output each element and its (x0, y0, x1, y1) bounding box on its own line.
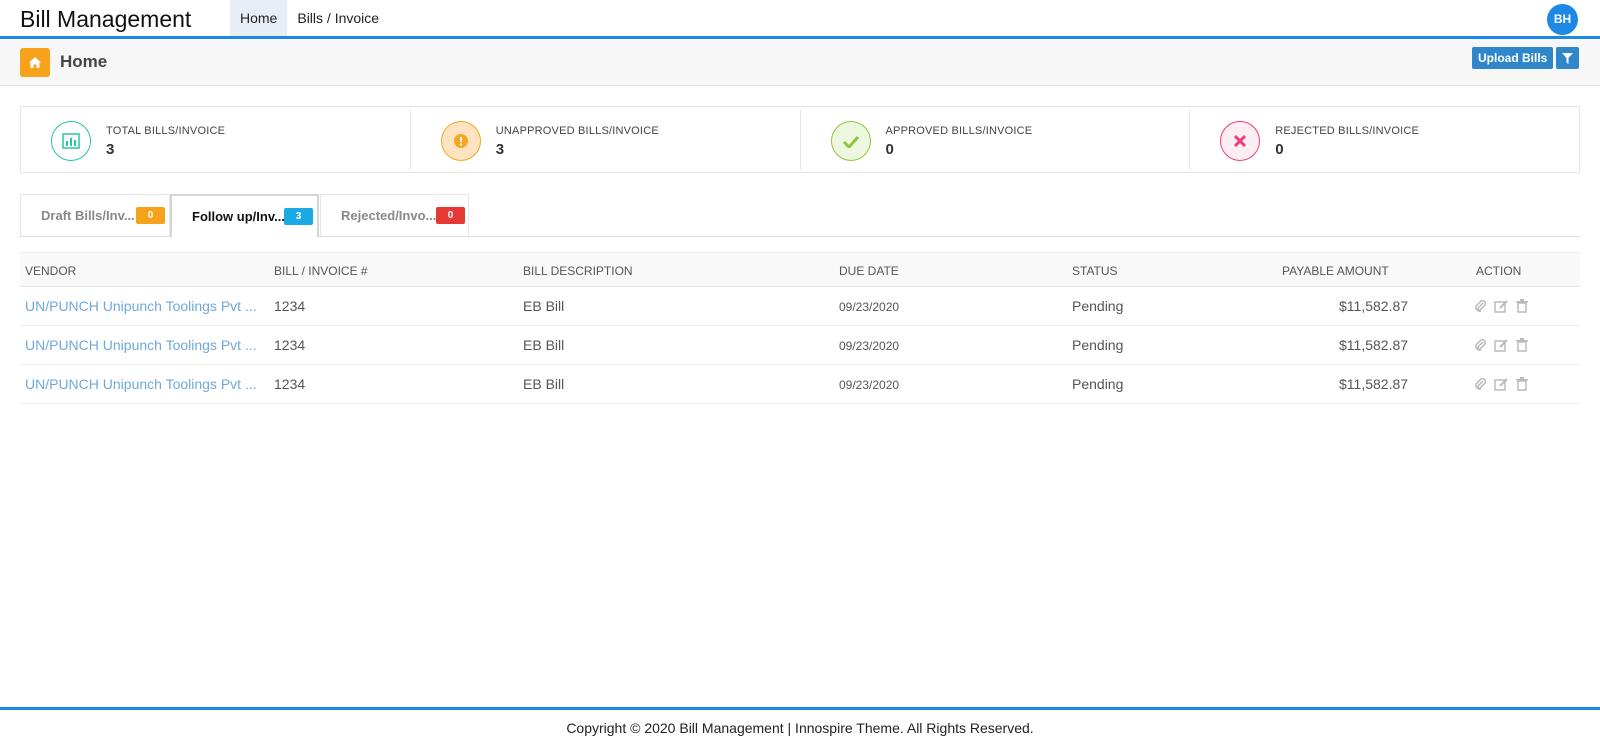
count-badge: 0 (436, 207, 465, 224)
due-date: 09/23/2020 (839, 300, 900, 314)
stats-panel: TOTAL BILLS/INVOICE 3 UNAPPROVED BILLS/I… (20, 106, 1580, 173)
column-header-status[interactable]: STATUS (1072, 264, 1118, 278)
invoice-number: 1234 (274, 376, 306, 392)
stat-value: 0 (1275, 141, 1284, 158)
column-header-description[interactable]: BILL DESCRIPTION (523, 264, 633, 278)
stat-label: UNAPPROVED BILLS/INVOICE (495, 125, 659, 137)
table-row: UN/PUNCH Unipunch Toolings Pvt ... 1234 … (20, 326, 1580, 365)
footer: Copyright © 2020 Bill Management | Innos… (0, 707, 1600, 745)
tab-rejected[interactable]: Rejected/Invo... 0 (320, 194, 469, 236)
bills-table: VENDOR BILL / INVOICE # BILL DESCRIPTION… (20, 252, 1580, 404)
row-actions (1472, 337, 1530, 353)
stat-rejected: REJECTED BILLS/INVOICE 0 (1190, 109, 1579, 170)
close-icon (1220, 121, 1261, 161)
tab-follow-up[interactable]: Follow up/Inv... 3 (170, 194, 319, 237)
vendor-link[interactable]: UN/PUNCH Unipunch Toolings Pvt ... (25, 298, 257, 314)
invoice-number: 1234 (274, 298, 306, 314)
column-header-action: ACTION (1476, 264, 1522, 278)
column-header-vendor[interactable]: VENDOR (25, 264, 76, 278)
trash-icon[interactable] (1514, 337, 1530, 353)
column-header-due-date[interactable]: DUE DATE (839, 264, 899, 278)
count-badge: 0 (136, 207, 165, 224)
tab-label: Rejected/Invo... (341, 208, 437, 223)
main-nav: Home Bills / Invoice (230, 0, 389, 36)
row-actions (1472, 298, 1530, 314)
column-header-invoice[interactable]: BILL / INVOICE # (274, 264, 368, 278)
status: Pending (1072, 298, 1124, 314)
stat-value: 3 (495, 141, 505, 158)
table-header: VENDOR BILL / INVOICE # BILL DESCRIPTION… (20, 252, 1580, 287)
vendor-link[interactable]: UN/PUNCH Unipunch Toolings Pvt ... (25, 337, 257, 353)
edit-icon[interactable] (1493, 337, 1509, 353)
exclamation-icon (440, 121, 481, 161)
stat-value: 0 (885, 141, 894, 158)
bar-chart-icon (51, 121, 91, 161)
stat-label: APPROVED BILLS/INVOICE (885, 125, 1033, 137)
payable-amount: $11,582.87 (1339, 337, 1409, 353)
table-row: UN/PUNCH Unipunch Toolings Pvt ... 1234 … (20, 365, 1580, 404)
nav-item-bills-invoice[interactable]: Bills / Invoice (287, 0, 389, 36)
tab-draft[interactable]: Draft Bills/Inv... 0 (20, 194, 170, 236)
column-header-amount[interactable]: PAYABLE AMOUNT (1282, 264, 1389, 278)
nav-item-home[interactable]: Home (230, 0, 288, 36)
edit-icon[interactable] (1493, 376, 1509, 392)
stat-label: REJECTED BILLS/INVOICE (1275, 125, 1420, 137)
bill-description: EB Bill (523, 376, 565, 392)
status: Pending (1072, 376, 1124, 392)
trash-icon[interactable] (1514, 298, 1530, 314)
paperclip-icon[interactable] (1472, 337, 1488, 353)
bill-description: EB Bill (523, 337, 565, 353)
due-date: 09/23/2020 (839, 339, 900, 353)
row-actions (1472, 376, 1530, 392)
page-header: Home Upload Bills (0, 39, 1600, 86)
check-icon (830, 121, 871, 161)
stat-value: 3 (106, 141, 115, 158)
tab-label: Follow up/Inv... (192, 209, 285, 224)
invoice-number: 1234 (274, 337, 306, 353)
stat-label: TOTAL BILLS/INVOICE (106, 125, 226, 137)
user-avatar[interactable]: BH (1547, 4, 1578, 35)
bill-tabs: Draft Bills/Inv... 0 Follow up/Inv... 3 … (20, 194, 1580, 237)
copyright-text: Copyright © 2020 Bill Management | Innos… (566, 720, 1034, 736)
status: Pending (1072, 337, 1124, 353)
paperclip-icon[interactable] (1472, 376, 1488, 392)
stat-unapproved: UNAPPROVED BILLS/INVOICE 3 (411, 109, 801, 170)
paperclip-icon[interactable] (1472, 298, 1488, 314)
page-title: Home (60, 52, 108, 71)
payable-amount: $11,582.87 (1339, 298, 1409, 314)
stat-approved: APPROVED BILLS/INVOICE 0 (801, 109, 1191, 170)
stat-total: TOTAL BILLS/INVOICE 3 (21, 109, 411, 170)
trash-icon[interactable] (1514, 376, 1530, 392)
due-date: 09/23/2020 (839, 378, 900, 392)
filter-button[interactable] (1556, 47, 1579, 69)
tab-label: Draft Bills/Inv... (41, 208, 135, 223)
app-title: Bill Management (20, 6, 192, 32)
table-row: UN/PUNCH Unipunch Toolings Pvt ... 1234 … (20, 287, 1580, 326)
bill-description: EB Bill (523, 298, 565, 314)
top-navbar: Bill Management Home Bills / Invoice BH (0, 0, 1600, 39)
home-icon (20, 48, 50, 77)
payable-amount: $11,582.87 (1339, 376, 1409, 392)
edit-icon[interactable] (1493, 298, 1509, 314)
filter-icon (1562, 52, 1573, 64)
count-badge: 3 (284, 208, 313, 225)
vendor-link[interactable]: UN/PUNCH Unipunch Toolings Pvt ... (25, 376, 257, 392)
upload-bills-button[interactable]: Upload Bills (1472, 47, 1554, 69)
